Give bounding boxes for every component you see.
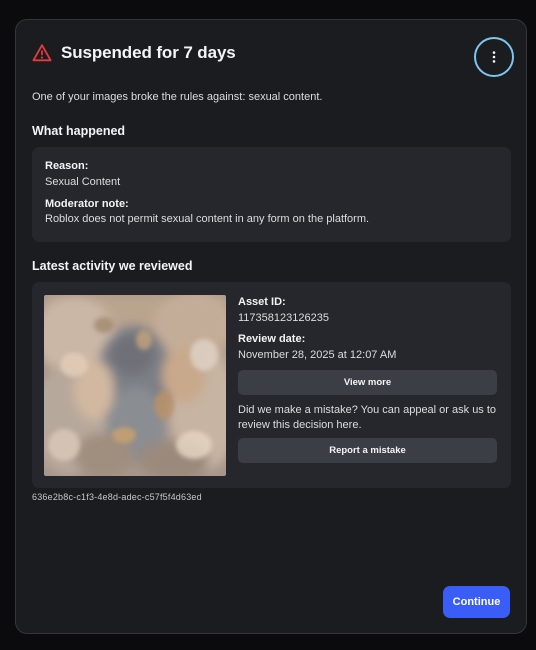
moderator-note-value: Roblox does not permit sexual content in… — [45, 213, 370, 225]
asset-id-value: 117358123126235 — [238, 312, 329, 324]
asset-thumbnail — [44, 295, 226, 476]
moderator-note-label: Moderator note: — [45, 198, 129, 210]
report-mistake-button[interactable]: Report a mistake — [238, 438, 497, 463]
more-vertical-icon — [492, 51, 496, 63]
reviewed-activity-card: Asset ID: 117358123126235 Review date: N… — [32, 282, 511, 488]
what-happened-card: Reason: Sexual Content Moderator note: R… — [32, 147, 511, 242]
suspension-dialog: Suspended for 7 days One of your images … — [15, 19, 527, 634]
reason-value: Sexual Content — [45, 176, 121, 188]
review-date-label: Review date: — [238, 333, 306, 345]
what-happened-heading: What happened — [32, 124, 126, 138]
asset-details: Asset ID: 117358123126235 Review date: N… — [238, 295, 498, 463]
case-guid: 636e2b8c-c1f3-4e8d-adec-c57f5f4d63ed — [32, 492, 202, 502]
reason-label: Reason: — [45, 160, 89, 172]
warning-triangle-icon — [32, 44, 52, 62]
asset-id-label: Asset ID: — [238, 296, 286, 308]
dialog-header: Suspended for 7 days — [32, 43, 236, 63]
more-options-button[interactable] — [474, 37, 514, 77]
continue-button[interactable]: Continue — [443, 586, 510, 618]
view-more-button[interactable]: View more — [238, 370, 497, 395]
latest-activity-heading: Latest activity we reviewed — [32, 259, 193, 273]
dialog-title: Suspended for 7 days — [61, 43, 236, 62]
review-date-value: November 28, 2025 at 12:07 AM — [238, 349, 397, 361]
violation-summary: One of your images broke the rules again… — [32, 91, 323, 103]
appeal-message: Did we make a mistake? You can appeal or… — [238, 404, 497, 431]
